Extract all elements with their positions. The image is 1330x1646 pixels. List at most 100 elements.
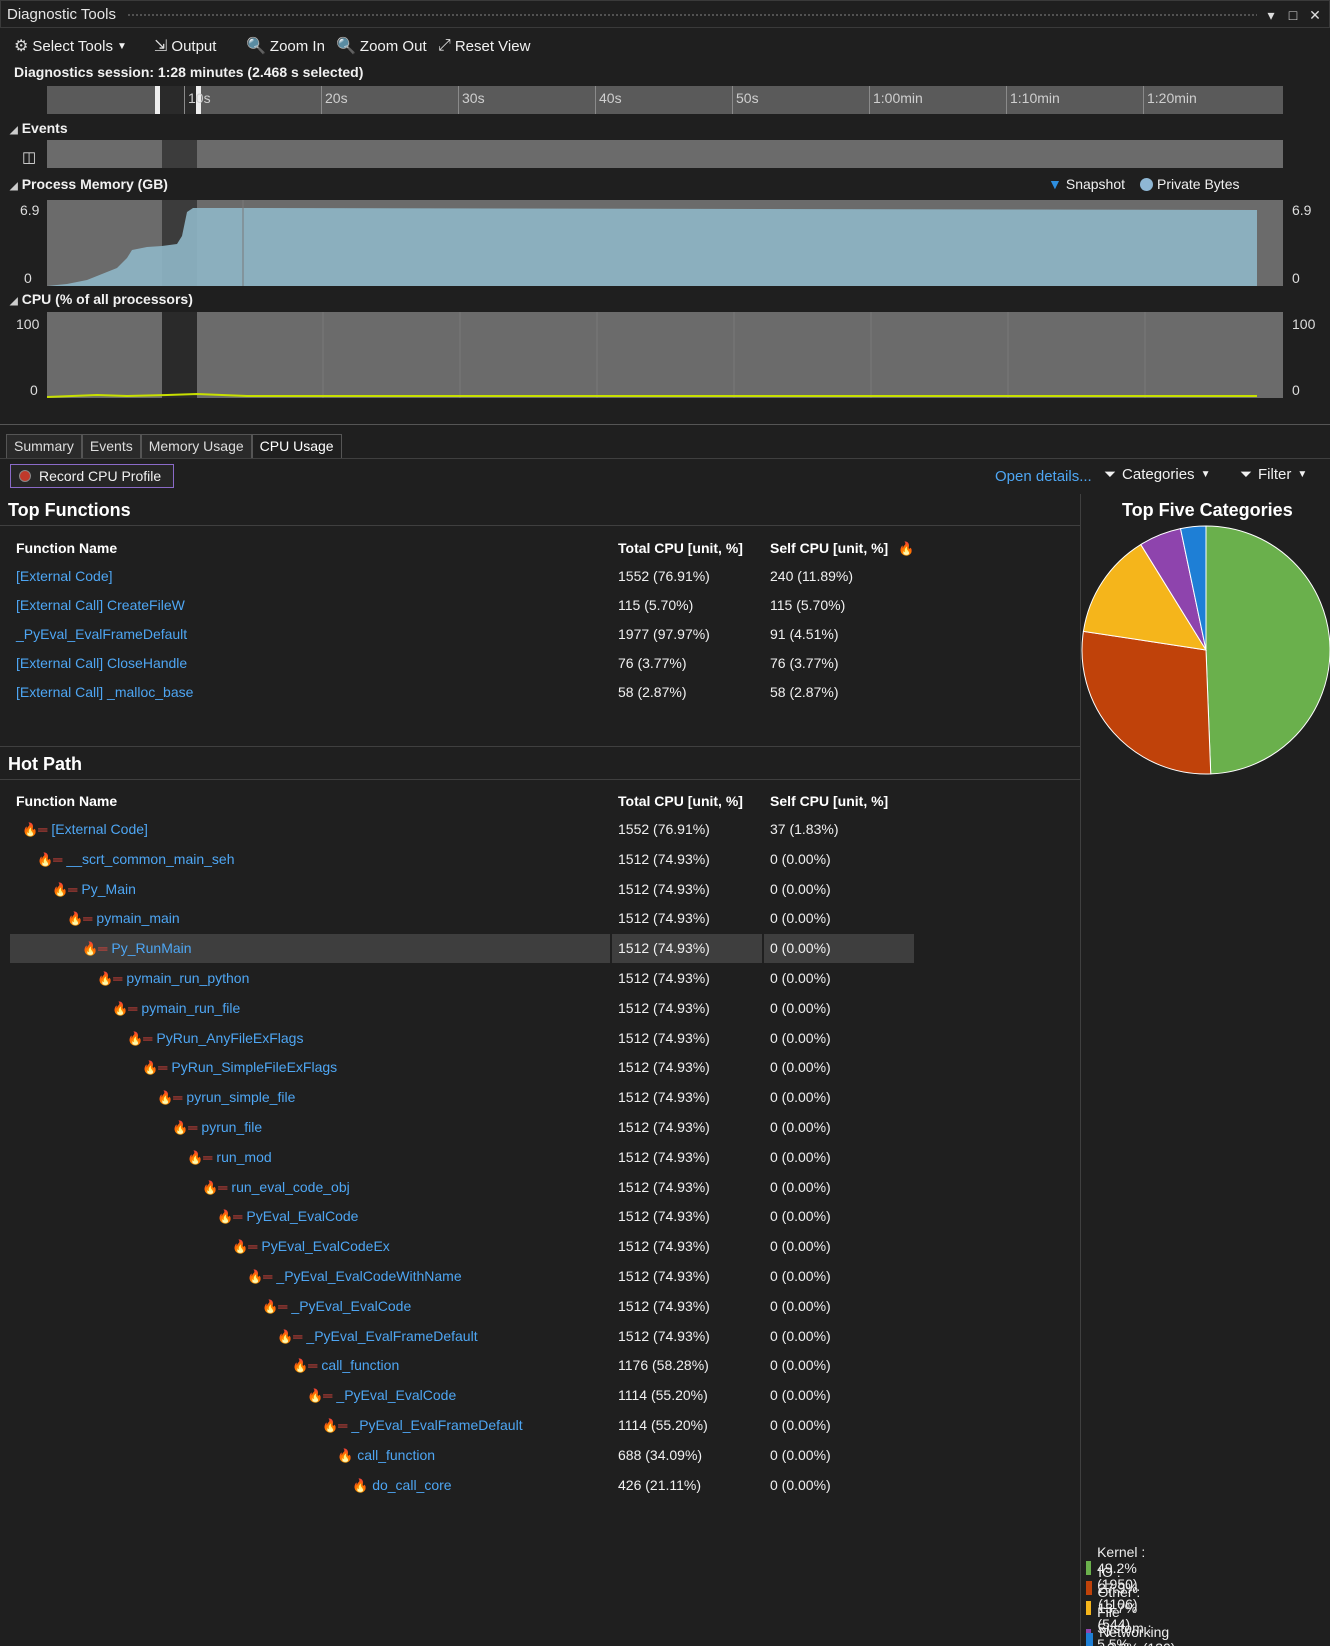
events-filter-icon[interactable]: ◫: [22, 148, 36, 166]
function-name-link[interactable]: pyrun_file: [201, 1119, 262, 1135]
tf-header-self[interactable]: Self CPU [unit, %] 🔥: [770, 540, 918, 557]
hot-path-node[interactable]: 🔥═ PyEval_EvalCodeEx: [232, 1238, 390, 1255]
pie-slice-kernel[interactable]: [1205, 525, 1330, 775]
tab-memory-usage[interactable]: Memory Usage: [140, 434, 252, 458]
function-name-link[interactable]: [External Call] _malloc_base: [16, 684, 193, 700]
table-row[interactable]: [External Call] CloseHandle 76 (3.77%) 76 …: [0, 649, 1080, 678]
table-row[interactable]: _PyEval_EvalFrameDefault 1977 (97.97%) 91 …: [0, 620, 1080, 649]
table-row[interactable]: 🔥═ PyRun_SimpleFileExFlags 1512 (74.93%) 0 …: [0, 1053, 1080, 1082]
hot-path-node[interactable]: 🔥═ pyrun_simple_file: [157, 1089, 295, 1106]
hot-path-node[interactable]: 🔥═ _PyEval_EvalFrameDefault: [277, 1328, 478, 1345]
function-name-link[interactable]: pyrun_simple_file: [186, 1089, 295, 1105]
function-name-link[interactable]: _PyEval_EvalCode: [291, 1298, 411, 1314]
record-cpu-profile-button[interactable]: Record CPU Profile: [10, 464, 174, 488]
table-row[interactable]: 🔥═ pyrun_file 1512 (74.93%) 0 (0.00%): [0, 1113, 1080, 1142]
dropdown-icon[interactable]: ▾: [1261, 5, 1281, 25]
hot-path-node[interactable]: 🔥═ Py_Main: [52, 881, 136, 898]
table-row[interactable]: 🔥═ _PyEval_EvalCode 1512 (74.93%) 0 (0.00%): [0, 1292, 1080, 1321]
function-name-link[interactable]: [External Code]: [51, 821, 148, 837]
hot-path-node[interactable]: 🔥═ pyrun_file: [172, 1119, 262, 1136]
hot-path-node[interactable]: 🔥═ _PyEval_EvalCodeWithName: [247, 1268, 462, 1285]
table-row[interactable]: 🔥═ _PyEval_EvalFrameDefault 1512 (74.93%) 0…: [0, 1322, 1080, 1351]
hp-header-self[interactable]: Self CPU [unit, %]: [770, 793, 888, 809]
hot-path-node[interactable]: 🔥═ _PyEval_EvalCode: [262, 1298, 411, 1315]
table-row[interactable]: 🔥═ pymain_run_file 1512 (74.93%) 0 (0.00%): [0, 994, 1080, 1023]
maximize-icon[interactable]: □: [1283, 5, 1303, 25]
events-section-header[interactable]: ◢ Events: [10, 120, 68, 136]
table-row[interactable]: 🔥 call_function 688 (34.09%) 0 (0.00%): [0, 1441, 1080, 1470]
function-name-link[interactable]: pymain_main: [96, 910, 179, 926]
output-button[interactable]: ⇲ Output: [154, 34, 216, 58]
table-row[interactable]: 🔥 do_call_core 426 (21.11%) 0 (0.00%): [0, 1471, 1080, 1500]
table-row[interactable]: 🔥═ [External Code] 1552 (76.91%) 37 (1.83%): [0, 815, 1080, 844]
hot-path-node[interactable]: 🔥═ PyRun_AnyFileExFlags: [127, 1030, 303, 1047]
hot-path-node[interactable]: 🔥 do_call_core: [352, 1477, 452, 1494]
memory-section-header[interactable]: ◢ Process Memory (GB): [10, 176, 168, 192]
function-name-link[interactable]: _PyEval_EvalFrameDefault: [306, 1328, 477, 1344]
hot-path-node[interactable]: 🔥═ [External Code]: [22, 821, 148, 838]
categories-dropdown[interactable]: ⏷ Categories ▼: [1104, 466, 1210, 483]
function-name-link[interactable]: PyRun_AnyFileExFlags: [156, 1030, 303, 1046]
function-name-link[interactable]: [External Call] CreateFileW: [16, 597, 185, 613]
table-row[interactable]: [External Call] CreateFileW 115 (5.70%) 11…: [0, 591, 1080, 620]
function-name-link[interactable]: __scrt_common_main_seh: [66, 851, 234, 867]
table-row[interactable]: 🔥═ PyEval_EvalCodeEx 1512 (74.93%) 0 (0.00%…: [0, 1232, 1080, 1261]
function-name-link[interactable]: pymain_run_python: [126, 970, 249, 986]
function-name-link[interactable]: Py_RunMain: [111, 940, 191, 956]
table-row[interactable]: [External Call] _malloc_base 58 (2.87%) 58…: [0, 678, 1080, 707]
close-icon[interactable]: ✕: [1305, 5, 1325, 25]
splitter[interactable]: [0, 424, 1330, 425]
table-row[interactable]: 🔥═ __scrt_common_main_seh 1512 (74.93%) 0 (…: [0, 845, 1080, 874]
function-name-link[interactable]: [External Call] CloseHandle: [16, 655, 187, 671]
tf-header-total[interactable]: Total CPU [unit, %]: [618, 540, 743, 556]
hot-path-node[interactable]: 🔥 call_function: [337, 1447, 435, 1464]
table-row[interactable]: 🔥═ call_function 1176 (58.28%) 0 (0.00%): [0, 1351, 1080, 1380]
table-row[interactable]: 🔥═ pyrun_simple_file 1512 (74.93%) 0 (0.00%…: [0, 1083, 1080, 1112]
filter-dropdown[interactable]: ⏷ Filter ▼: [1240, 466, 1307, 483]
table-row[interactable]: 🔥═ PyEval_EvalCode 1512 (74.93%) 0 (0.00%): [0, 1202, 1080, 1231]
hot-path-node[interactable]: 🔥═ PyEval_EvalCode: [217, 1208, 358, 1225]
hot-path-node[interactable]: 🔥═ PyRun_SimpleFileExFlags: [142, 1059, 337, 1076]
hot-path-node[interactable]: 🔥═ _PyEval_EvalFrameDefault: [322, 1417, 523, 1434]
function-name-link[interactable]: _PyEval_EvalCode: [336, 1387, 456, 1403]
table-row[interactable]: 🔥═ Py_RunMain 1512 (74.93%) 0 (0.00%): [0, 934, 1080, 964]
table-row[interactable]: 🔥═ run_mod 1512 (74.93%) 0 (0.00%): [0, 1143, 1080, 1172]
function-name-link[interactable]: [External Code]: [16, 568, 113, 584]
reset-view-button[interactable]: ⤢ Reset View: [438, 34, 530, 58]
function-name-link[interactable]: _PyEval_EvalFrameDefault: [351, 1417, 522, 1433]
function-name-link[interactable]: PyEval_EvalCodeEx: [261, 1238, 389, 1254]
table-row[interactable]: 🔥═ pymain_run_python 1512 (74.93%) 0 (0.00%…: [0, 964, 1080, 993]
table-row[interactable]: 🔥═ _PyEval_EvalFrameDefault 1114 (55.20%) 0…: [0, 1411, 1080, 1440]
zoom-out-button[interactable]: 🔍 Zoom Out: [336, 34, 427, 58]
tab-cpu-usage[interactable]: CPU Usage: [251, 434, 342, 458]
table-row[interactable]: 🔥═ Py_Main 1512 (74.93%) 0 (0.00%): [0, 875, 1080, 904]
tf-header-name[interactable]: Function Name: [16, 540, 117, 556]
table-row[interactable]: [External Code] 1552 (76.91%) 240 (11.89%): [0, 562, 1080, 591]
function-name-link[interactable]: _PyEval_EvalFrameDefault: [16, 626, 187, 642]
cpu-section-header[interactable]: ◢ CPU (% of all processors): [10, 291, 193, 307]
function-name-link[interactable]: _PyEval_EvalCodeWithName: [276, 1268, 461, 1284]
hp-header-total[interactable]: Total CPU [unit, %]: [618, 793, 743, 809]
function-name-link[interactable]: PyRun_SimpleFileExFlags: [171, 1059, 337, 1075]
function-name-link[interactable]: PyEval_EvalCode: [246, 1208, 358, 1224]
selection-handle-left[interactable]: [155, 86, 160, 114]
zoom-in-button[interactable]: 🔍 Zoom In: [246, 34, 325, 58]
function-name-link[interactable]: call_function: [321, 1357, 399, 1373]
hot-path-node[interactable]: 🔥═ run_mod: [187, 1149, 272, 1166]
table-row[interactable]: 🔥═ _PyEval_EvalCode 1114 (55.20%) 0 (0.00%): [0, 1381, 1080, 1410]
pie-slice-io[interactable]: [1081, 630, 1212, 775]
memory-graph[interactable]: [47, 200, 1283, 286]
hp-header-name[interactable]: Function Name: [16, 793, 117, 809]
open-details-link[interactable]: Open details...: [995, 468, 1092, 485]
function-name-link[interactable]: run_eval_code_obj: [231, 1179, 349, 1195]
function-name-link[interactable]: Py_Main: [81, 881, 135, 897]
hot-path-node[interactable]: 🔥═ __scrt_common_main_seh: [37, 851, 235, 868]
function-name-link[interactable]: call_function: [357, 1447, 435, 1463]
hot-path-node[interactable]: 🔥═ pymain_run_file: [112, 1000, 240, 1017]
function-name-link[interactable]: pymain_run_file: [141, 1000, 240, 1016]
events-lane[interactable]: [47, 140, 1283, 168]
cpu-graph[interactable]: [47, 312, 1283, 398]
select-tools-button[interactable]: ⚙ Select Tools ▼: [14, 34, 127, 58]
function-name-link[interactable]: do_call_core: [372, 1477, 451, 1493]
timeline-ruler[interactable]: 10s 20s 30s 40s 50s 1:00min 1:10min 1:20min: [47, 86, 1283, 114]
